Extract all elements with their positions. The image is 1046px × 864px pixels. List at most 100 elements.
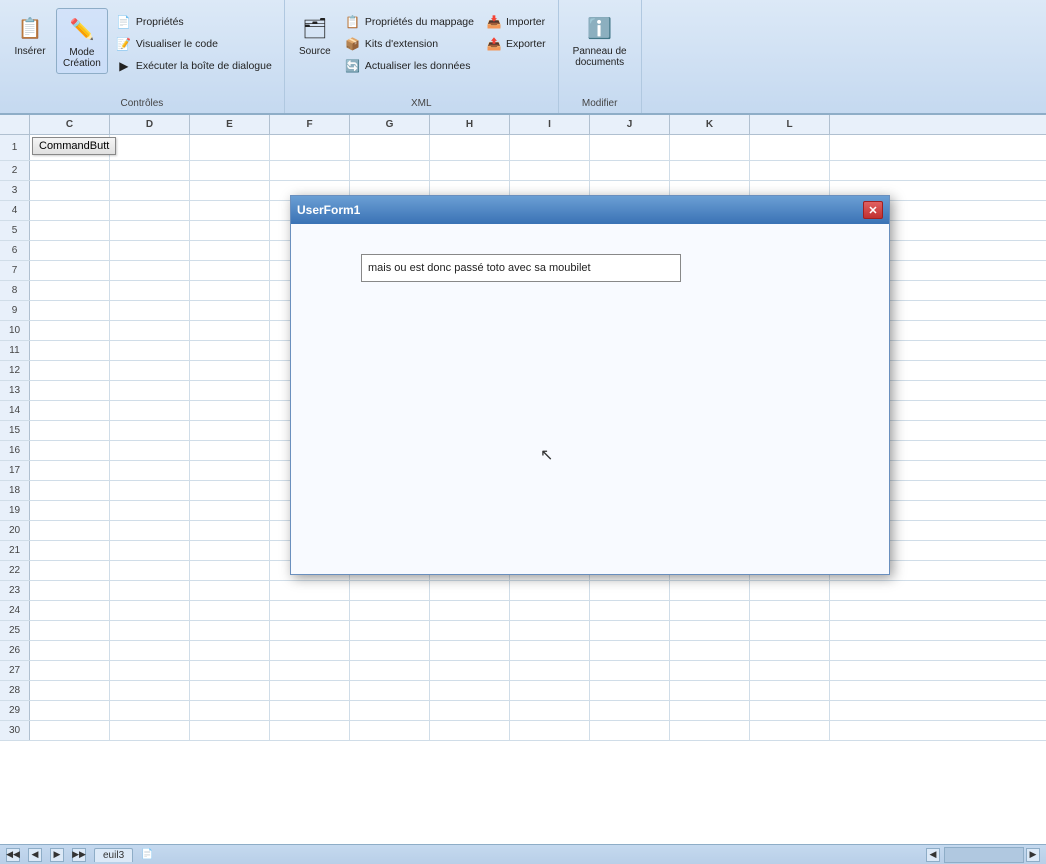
col-header-j: J — [590, 115, 670, 134]
sheet-tab-euil3[interactable]: euil3 — [94, 848, 133, 862]
cell-l1[interactable] — [750, 135, 830, 160]
cmd-button-cell[interactable]: CommandButt — [30, 135, 110, 160]
col-header-i: I — [510, 115, 590, 134]
close-icon: ✕ — [868, 204, 877, 217]
table-row: 27 — [0, 661, 1046, 681]
actualiser-icon: 🔄 — [345, 58, 361, 74]
status-bar: ◀◀ ◀ ▶ ▶▶ euil3 📄 ◀ ▶ — [0, 844, 1046, 864]
table-row: 1 CommandButt — [0, 135, 1046, 161]
proprietes-mappage-button[interactable]: 📋 Propriétés du mappage — [341, 12, 478, 32]
cell-h1[interactable] — [430, 135, 510, 160]
col-header-l: L — [750, 115, 830, 134]
grid-container: C D E F G H I J K L 1 CommandButt — [0, 115, 1046, 864]
source-label: Source — [299, 46, 331, 57]
table-row: 23 — [0, 581, 1046, 601]
cell-j1[interactable] — [590, 135, 670, 160]
source-button[interactable]: 🗂 Source — [293, 8, 337, 61]
actualiser-label: Actualiser les données — [365, 60, 471, 72]
mode-creation-label: ModeCréation — [63, 47, 101, 69]
dialog-body[interactable] — [291, 224, 889, 574]
cell-f1[interactable] — [270, 135, 350, 160]
proprietes-mappage-label: Propriétés du mappage — [365, 16, 474, 28]
userform-dialog[interactable]: UserForm1 ✕ — [290, 195, 890, 575]
tab-nav-prev[interactable]: ◀ — [28, 848, 42, 862]
panneau-documents-button[interactable]: ℹ️ Panneau dedocuments — [567, 8, 633, 72]
row-num-header — [0, 115, 30, 134]
mode-creation-button[interactable]: ✏️ ModeCréation — [56, 8, 108, 74]
horizontal-scrollbar-thumb[interactable] — [944, 847, 1024, 863]
dialog-title: UserForm1 — [297, 203, 360, 217]
executer-icon: ▶ — [116, 58, 132, 74]
inserer-label: Insérer — [14, 46, 45, 57]
scroll-left-btn[interactable]: ◀ — [926, 848, 940, 862]
kits-icon: 📦 — [345, 36, 361, 52]
xml-small-group: 📋 Propriétés du mappage 📦 Kits d'extensi… — [341, 8, 478, 94]
col-header-c: C — [30, 115, 110, 134]
proprietes-button[interactable]: 📄 Propriétés — [112, 12, 276, 32]
scroll-right-btn[interactable]: ▶ — [1026, 848, 1040, 862]
col-header-g: G — [350, 115, 430, 134]
inserer-button[interactable]: 📋 Insérer — [8, 8, 52, 61]
sheet-icon: 📄 — [141, 849, 153, 860]
row-num-1: 1 — [0, 135, 30, 160]
panneau-label: Panneau dedocuments — [573, 46, 627, 68]
ribbon: 📋 Insérer ✏️ ModeCréation 📄 Propriétés 📝… — [0, 0, 1046, 115]
panneau-icon: ℹ️ — [584, 12, 616, 44]
source-icon: 🗂 — [299, 12, 331, 44]
ribbon-buttons-modifier: ℹ️ Panneau dedocuments — [567, 4, 633, 109]
exporter-button[interactable]: 📤 Exporter — [482, 34, 550, 54]
table-row: 30 — [0, 721, 1046, 741]
tab-nav-first[interactable]: ◀◀ — [6, 848, 20, 862]
table-row: 29 — [0, 701, 1046, 721]
executer-boite-button[interactable]: ▶ Exécuter la boîte de dialogue — [112, 56, 276, 76]
inserer-icon: 📋 — [14, 12, 46, 44]
col-header-f: F — [270, 115, 350, 134]
proprietes-icon: 📄 — [116, 14, 132, 30]
visualiser-code-icon: 📝 — [116, 36, 132, 52]
column-header-row: C D E F G H I J K L — [0, 115, 1046, 135]
controls-small-group: 📄 Propriétés 📝 Visualiser le code ▶ Exéc… — [112, 8, 276, 94]
kits-extension-button[interactable]: 📦 Kits d'extension — [341, 34, 478, 54]
executer-label: Exécuter la boîte de dialogue — [136, 60, 272, 72]
cell-k1[interactable] — [670, 135, 750, 160]
table-row: 24 — [0, 601, 1046, 621]
proprietes-label: Propriétés — [136, 16, 184, 28]
mode-creation-icon: ✏️ — [66, 13, 98, 45]
col-header-e: E — [190, 115, 270, 134]
ribbon-buttons-controles: 📋 Insérer ✏️ ModeCréation 📄 Propriétés 📝… — [8, 4, 276, 109]
tab-nav-last[interactable]: ▶▶ — [72, 848, 86, 862]
actualiser-button[interactable]: 🔄 Actualiser les données — [341, 56, 478, 76]
importer-button[interactable]: 📥 Importer — [482, 12, 550, 32]
ribbon-section-xml: 🗂 Source 📋 Propriétés du mappage 📦 Kits … — [285, 0, 559, 113]
modifier-section-label: Modifier — [559, 98, 641, 109]
xml-section-label: XML — [285, 98, 558, 109]
table-row: 25 — [0, 621, 1046, 641]
table-row: 2 — [0, 161, 1046, 181]
visualiser-code-button[interactable]: 📝 Visualiser le code — [112, 34, 276, 54]
importer-label: Importer — [506, 16, 545, 28]
cell-i1[interactable] — [510, 135, 590, 160]
exporter-label: Exporter — [506, 38, 546, 50]
exporter-icon: 📤 — [486, 36, 502, 52]
cell-e1[interactable] — [190, 135, 270, 160]
visualiser-code-label: Visualiser le code — [136, 38, 218, 50]
ribbon-buttons-xml: 🗂 Source 📋 Propriétés du mappage 📦 Kits … — [293, 4, 550, 109]
cell-g1[interactable] — [350, 135, 430, 160]
sheet-tab-label: euil3 — [103, 850, 124, 861]
xml-import-export-group: 📥 Importer 📤 Exporter — [482, 8, 550, 72]
command-button-label: CommandButt — [39, 140, 109, 152]
col-header-h: H — [430, 115, 510, 134]
table-row: 26 — [0, 641, 1046, 661]
command-button-widget[interactable]: CommandButt — [32, 137, 116, 155]
cell-d1[interactable] — [110, 135, 190, 160]
dialog-close-button[interactable]: ✕ — [863, 201, 883, 219]
kits-label: Kits d'extension — [365, 38, 438, 50]
dialog-titlebar: UserForm1 ✕ — [291, 196, 889, 224]
tab-nav-next[interactable]: ▶ — [50, 848, 64, 862]
importer-icon: 📥 — [486, 14, 502, 30]
controles-section-label: Contrôles — [0, 98, 284, 109]
col-header-d: D — [110, 115, 190, 134]
proprietes-mappage-icon: 📋 — [345, 14, 361, 30]
table-row: 28 — [0, 681, 1046, 701]
dialog-textbox[interactable] — [361, 254, 681, 282]
